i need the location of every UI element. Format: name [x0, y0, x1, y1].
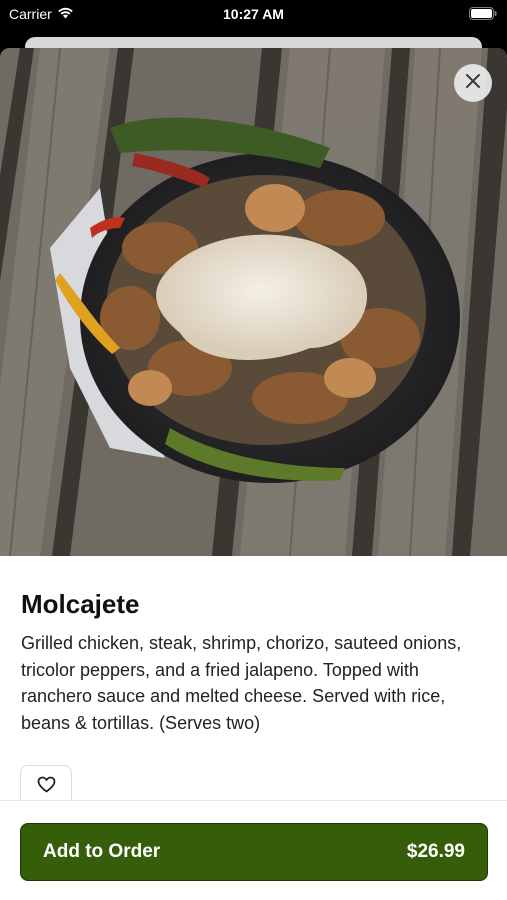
item-title: Molcajete	[21, 589, 140, 619]
food-photo	[0, 48, 507, 556]
item-description: Grilled chicken, steak, shrimp, chorizo,…	[21, 633, 462, 733]
add-to-order-button[interactable]: Add to Order $26.99	[20, 823, 488, 881]
status-bar: Carrier 10:27 AM	[0, 0, 507, 30]
item-detail-sheet: Molcajete Grilled chicken, steak, shrimp…	[0, 48, 507, 900]
close-icon	[465, 73, 481, 94]
add-to-order-label: Add to Order	[43, 841, 161, 862]
status-time: 10:27 AM	[223, 6, 284, 22]
bottom-action-bar: Add to Order $26.99	[0, 800, 507, 900]
heart-icon	[37, 776, 56, 798]
item-price: $26.99	[406, 841, 465, 862]
close-button[interactable]	[454, 64, 492, 102]
battery-icon	[469, 7, 497, 20]
